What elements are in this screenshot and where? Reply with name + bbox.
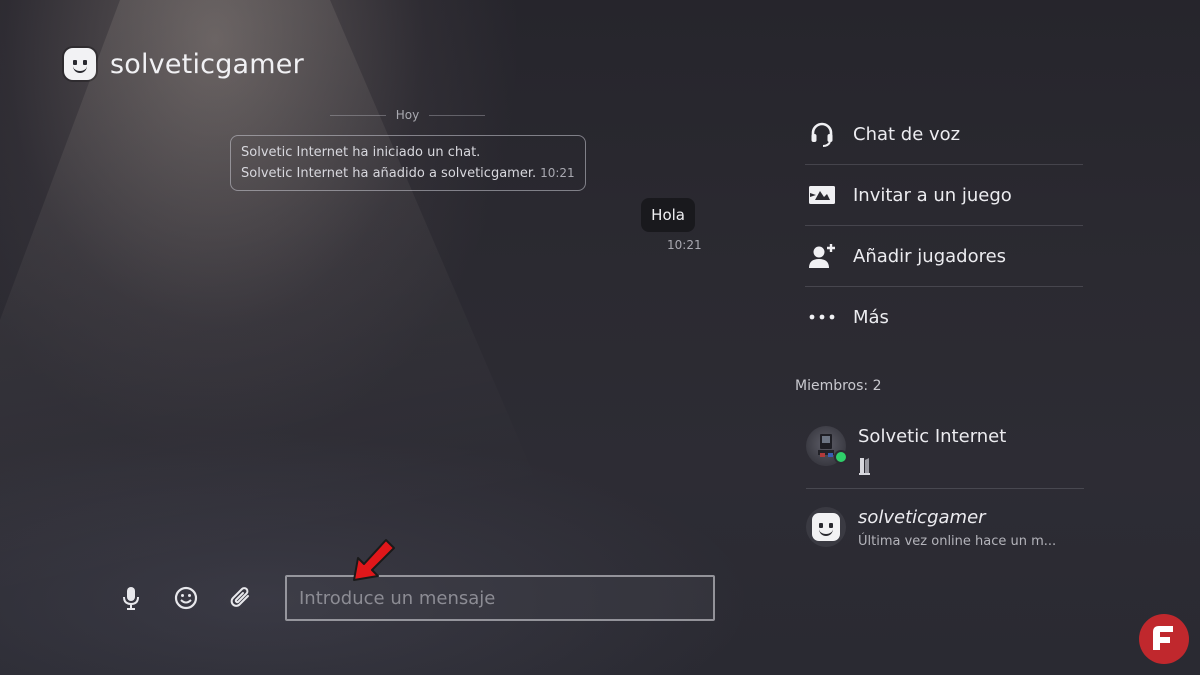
member-item[interactable]: solveticgamer Última vez online hace un … <box>806 507 1084 549</box>
voice-chat-button[interactable]: Chat de voz <box>805 104 1083 165</box>
ps5-console-icon <box>858 457 872 475</box>
add-players-label: Añadir jugadores <box>853 245 1007 267</box>
member-name: solveticgamer <box>858 507 986 528</box>
voice-chat-label: Chat de voz <box>853 123 961 145</box>
system-message-line: Solvetic Internet ha añadido a solveticg… <box>241 166 537 181</box>
bot-face-avatar-icon <box>64 48 96 80</box>
watermark-logo-icon <box>1137 612 1191 670</box>
members-count: Miembros: 2 <box>795 378 882 394</box>
emoji-icon[interactable] <box>173 585 199 611</box>
bot-face-avatar-icon <box>812 513 840 541</box>
invite-game-icon <box>805 180 839 210</box>
online-status-dot <box>834 450 848 464</box>
invite-to-game-label: Invitar a un juego <box>853 184 1012 206</box>
chat-title: solveticgamer <box>110 48 304 80</box>
add-player-icon <box>805 241 839 271</box>
chat-actions-menu: Chat de voz Invitar a un juego Añadir ju… <box>805 104 1083 347</box>
member-avatar <box>806 507 846 547</box>
message-composer <box>118 575 715 621</box>
more-label: Más <box>853 306 889 328</box>
date-divider: Hoy <box>330 108 485 122</box>
microphone-icon[interactable] <box>118 585 144 611</box>
system-message-line: Solvetic Internet ha iniciado un chat. <box>241 145 481 160</box>
attachment-icon[interactable] <box>228 585 254 611</box>
chat-header: solveticgamer <box>64 48 304 80</box>
member-name: Solvetic Internet <box>858 426 1007 447</box>
spotlight-beam <box>0 0 620 675</box>
member-item[interactable]: Solvetic Internet <box>806 426 1084 489</box>
message-bubble[interactable]: Hola <box>641 198 695 232</box>
system-message-time: 10:21 <box>540 166 575 180</box>
more-icon <box>805 302 839 332</box>
member-last-online: Última vez online hace un m... <box>858 534 1057 549</box>
more-button[interactable]: Más <box>805 287 1083 347</box>
headset-icon <box>805 119 839 149</box>
message-time: 10:21 <box>667 238 702 252</box>
system-message: Solvetic Internet ha iniciado un chat. S… <box>230 135 586 191</box>
invite-to-game-button[interactable]: Invitar a un juego <box>805 165 1083 226</box>
annotation-arrow-icon <box>350 536 398 588</box>
date-label: Hoy <box>395 108 420 122</box>
member-avatar <box>806 426 848 466</box>
add-players-button[interactable]: Añadir jugadores <box>805 226 1083 287</box>
